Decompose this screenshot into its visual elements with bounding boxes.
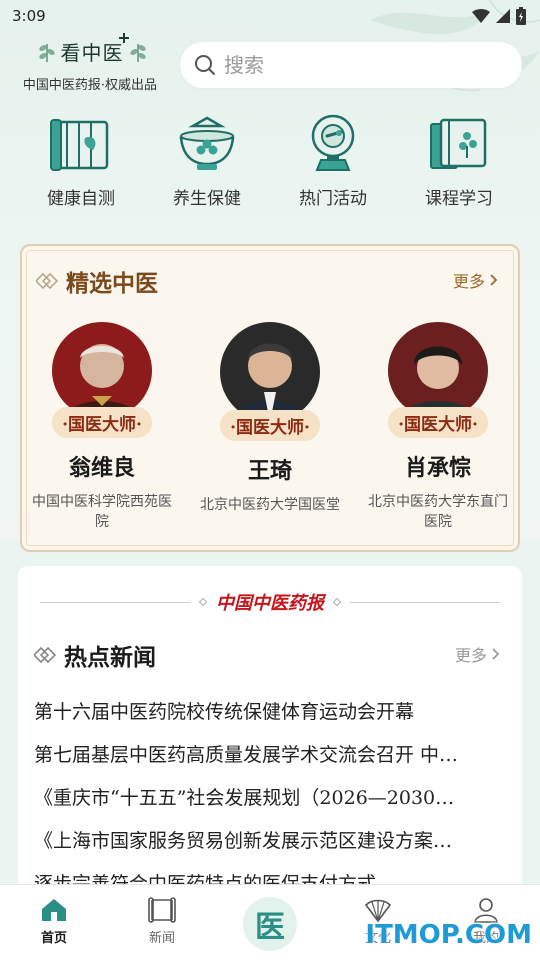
news-list: 第十六届中医药院校传统保健体育运动会开幕 第七届基层中医药高质量发展学术交流会召… xyxy=(34,694,504,909)
divider xyxy=(40,601,190,603)
battery-icon xyxy=(516,7,526,25)
signal-icon xyxy=(496,9,510,23)
doctor-card[interactable]: ·国医大师· 肖承悰 北京中医药大学东直门医院 xyxy=(358,322,518,532)
diamond-icon xyxy=(34,647,56,663)
news-item[interactable]: 第十六届中医药院校传统保健体育运动会开幕 xyxy=(34,694,504,737)
featured-more-link[interactable]: 更多 xyxy=(453,268,498,292)
news-more-link[interactable]: 更多 xyxy=(455,642,500,666)
doctor-institution: 北京中医药大学国医堂 xyxy=(200,497,340,513)
quick-nav-activities[interactable]: 热门活动 xyxy=(278,112,388,212)
avatar xyxy=(52,322,152,419)
nav-label: 新闻 xyxy=(148,931,175,946)
quick-nav-health-test[interactable]: 健康自测 xyxy=(26,112,136,212)
news-brand: 中国中医药报 xyxy=(18,590,522,614)
news-item[interactable]: 第七届基层中医药高质量发展学术交流会召开 中… xyxy=(34,737,504,780)
featured-title: 精选中医 xyxy=(66,270,158,297)
bamboo-scroll-icon xyxy=(50,119,109,171)
quick-nav-label: 养生保健 xyxy=(173,189,241,209)
doctor-institution: 中国中医科学院西苑医院 xyxy=(32,494,172,530)
search-input[interactable] xyxy=(224,53,504,77)
nav-news[interactable]: 新闻 xyxy=(108,885,216,960)
newspaper-brand: 中国中医药报 xyxy=(216,593,324,614)
more-label: 更多 xyxy=(452,272,485,291)
news-header: 热点新闻 xyxy=(34,638,156,672)
avatar xyxy=(220,322,320,422)
scroll-icon xyxy=(148,897,176,923)
doctor-name: 翁维良 xyxy=(68,455,135,481)
title-badge: ·国医大师· xyxy=(388,407,488,438)
doctor-name: 肖承悰 xyxy=(404,455,471,481)
left-sprig-icon xyxy=(38,44,55,62)
logo-plus-icon xyxy=(119,33,129,43)
status-time: 3:09 xyxy=(12,7,46,25)
book-icon xyxy=(430,118,487,169)
tea-bowl-icon xyxy=(179,116,235,170)
featured-header: 精选中医 xyxy=(36,264,158,298)
quick-nav-label: 热门活动 xyxy=(299,189,367,209)
center-glyph: 医 xyxy=(255,910,285,945)
doctor-institution: 北京中医药大学东直门医院 xyxy=(368,494,508,530)
watermark: ITMOP.COM xyxy=(365,920,532,950)
chevron-right-icon xyxy=(490,274,498,286)
logo-main: 看中医 xyxy=(32,36,152,66)
home-icon xyxy=(42,899,66,921)
quick-nav-wellness[interactable]: 养生保健 xyxy=(152,112,262,212)
title-badge: ·国医大师· xyxy=(52,407,152,438)
doctor-card[interactable]: ·国医大师· 王琦 北京中医药大学国医堂 xyxy=(190,322,350,532)
avatar xyxy=(388,322,488,419)
nav-center-button[interactable]: 医 xyxy=(243,897,297,951)
right-sprig-icon xyxy=(129,44,146,62)
search-bar[interactable] xyxy=(180,42,522,88)
doctor-card[interactable]: ·国医大师· 翁维良 中国中医科学院西苑医院 xyxy=(22,322,182,532)
quick-nav: 健康自测 养生保健 热门活动 课程学习 xyxy=(0,112,540,212)
doctor-name: 王琦 xyxy=(247,458,292,484)
diamond-dot-icon xyxy=(198,597,208,607)
news-title: 热点新闻 xyxy=(64,644,156,671)
diamond-icon xyxy=(36,273,58,289)
logo-title: 看中医 xyxy=(60,40,124,65)
search-icon xyxy=(195,55,215,75)
chevron-right-icon xyxy=(492,648,500,660)
diamond-dot-icon xyxy=(332,597,342,607)
more-label: 更多 xyxy=(454,646,487,665)
status-bar: 3:09 xyxy=(0,0,540,32)
status-icons xyxy=(472,7,526,25)
nav-home[interactable]: 首页 xyxy=(0,885,108,960)
compass-plate-icon xyxy=(311,114,355,171)
title-badge: ·国医大师· xyxy=(220,410,320,441)
wifi-icon xyxy=(472,9,490,23)
nav-label: 首页 xyxy=(40,931,67,946)
divider xyxy=(350,601,500,603)
quick-nav-label: 课程学习 xyxy=(425,189,493,209)
news-item[interactable]: 《重庆市“十五五”社会发展规划（2026—2030… xyxy=(34,780,504,823)
hot-news-card: 中国中医药报 热点新闻 更多 第十六届中医药院校传统保健体育运动会开幕 第七届基… xyxy=(18,566,522,896)
app-logo[interactable]: 看中医 中国中医药报·权威出品 xyxy=(14,33,164,98)
featured-doctors-card: 精选中医 更多 ·国医大师· 翁维良 中国中医科学院西苑医院 ·国医大师· 王琦… xyxy=(20,244,520,552)
quick-nav-label: 健康自测 xyxy=(47,189,115,209)
quick-nav-courses[interactable]: 课程学习 xyxy=(404,112,514,212)
news-item[interactable]: 《上海市国家服务贸易创新发展示范区建设方案… xyxy=(34,823,504,866)
logo-subtitle: 中国中医药报·权威出品 xyxy=(22,78,158,93)
